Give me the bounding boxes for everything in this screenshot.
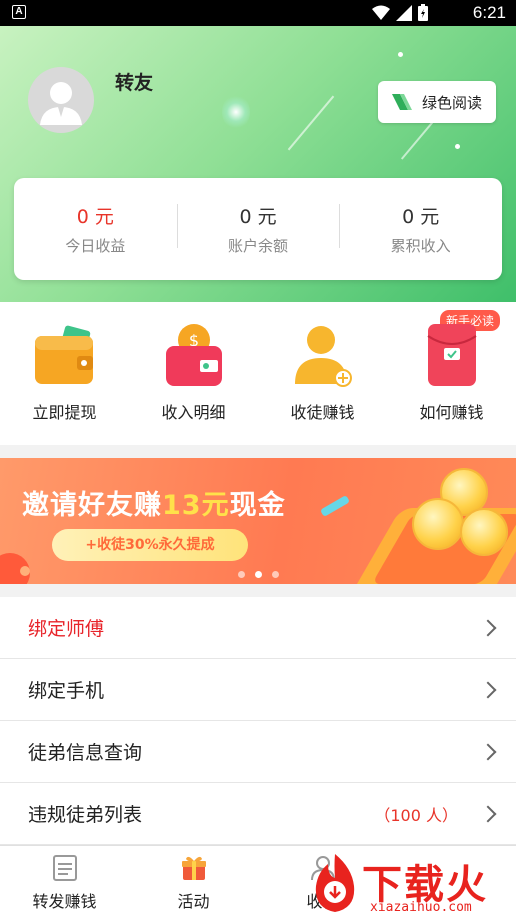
red-envelope-icon (426, 324, 477, 386)
stat-label: 今日收益 (65, 237, 126, 255)
stat-value: 0 元 (239, 206, 277, 228)
decor-sparkle (455, 144, 460, 149)
gift-icon (181, 856, 206, 880)
menu-apprentice-info[interactable]: 徒弟信息查询 (0, 721, 516, 783)
chevron-right-icon (479, 619, 497, 636)
action-label: 收入明细 (161, 403, 226, 422)
green-read-button[interactable]: 绿色阅读 (378, 81, 496, 123)
menu-label: 违规徒弟列表 (28, 804, 143, 826)
decor-streak (287, 95, 335, 151)
stat-label: 账户余额 (228, 237, 289, 255)
menu-label: 徒弟信息查询 (28, 742, 143, 764)
menu-bind-master[interactable]: 绑定师傅 (0, 597, 516, 659)
username: 转友 (115, 72, 154, 94)
status-bar: A 6:21 (0, 0, 516, 26)
tab-label: 转发赚钱 (32, 892, 97, 911)
money-bag-icon: $ (165, 324, 222, 386)
menu-label: 绑定手机 (28, 680, 105, 702)
action-label: 立即提现 (32, 403, 97, 422)
decor-stripe (320, 495, 350, 517)
flame-logo-icon (315, 854, 355, 912)
action-withdraw[interactable]: 立即提现 (0, 302, 129, 445)
invite-banner[interactable]: 邀请好友赚13元现金 +收徒30%永久提成 (0, 458, 516, 584)
battery-icon (418, 4, 428, 21)
stat-account-balance[interactable]: 0 元 账户余额 (176, 178, 340, 280)
action-recruit[interactable]: 收徒赚钱 (258, 302, 387, 445)
violation-count: （100 人） (374, 805, 458, 825)
chevron-right-icon (479, 805, 497, 822)
decor-sparkle (398, 52, 403, 57)
earnings-summary-card: 0 元 今日收益 0 元 账户余额 0 元 累积收入 (14, 178, 502, 280)
banner-title-suffix: 现金 (229, 490, 286, 521)
banner-title: 邀请好友赚13元现金 (22, 483, 286, 522)
avatar[interactable] (28, 67, 94, 133)
banner-title-highlight: 13元 (162, 490, 230, 521)
stat-value: 0 元 (402, 206, 440, 228)
book-icon (392, 94, 412, 110)
chevron-right-icon (479, 681, 497, 698)
tab-label: 活动 (177, 892, 210, 911)
decor-glow (222, 94, 250, 130)
notification-icon: A (12, 5, 26, 19)
carousel-dot[interactable] (271, 571, 279, 578)
quick-actions: 立即提现 $ 收入明细 收徒赚钱 新手必读 如何赚钱 (0, 302, 516, 445)
tab-share-earn[interactable]: 转发赚钱 (0, 846, 129, 918)
watermark-domain: xiazaihuo.com (370, 900, 472, 915)
carousel-dot[interactable] (237, 571, 245, 578)
status-icons (372, 4, 428, 21)
watermark: 下载火 xiazaihuo.com (300, 846, 516, 918)
stat-today-earnings[interactable]: 0 元 今日收益 (14, 178, 177, 280)
default-avatar-icon (40, 82, 82, 125)
action-how-to-earn[interactable]: 新手必读 如何赚钱 (387, 302, 516, 445)
green-read-label: 绿色阅读 (422, 93, 483, 112)
add-user-icon (294, 326, 352, 387)
banner-pill: +收徒30%永久提成 (52, 529, 248, 561)
settings-menu: 绑定师傅 绑定手机 徒弟信息查询 违规徒弟列表 （100 人） (0, 597, 516, 845)
coin-icon (460, 508, 508, 556)
action-label: 收徒赚钱 (290, 403, 355, 422)
carousel-dot-active[interactable] (254, 571, 262, 578)
menu-label: 绑定师傅 (28, 618, 105, 640)
menu-violation-list[interactable]: 违规徒弟列表 （100 人） (0, 783, 516, 845)
banner-title-prefix: 邀请好友赚 (22, 490, 162, 521)
action-label: 如何赚钱 (419, 403, 484, 422)
news-icon (52, 855, 77, 881)
wallet-icon (34, 325, 93, 384)
stat-value: 0 元 (76, 206, 114, 228)
coin-icon (412, 498, 464, 550)
clock: 6:21 (472, 3, 506, 22)
chevron-right-icon (479, 743, 497, 760)
menu-bind-phone[interactable]: 绑定手机 (0, 659, 516, 721)
wifi-icon (372, 5, 390, 20)
carousel-dots (0, 571, 516, 578)
action-income-details[interactable]: $ 收入明细 (129, 302, 258, 445)
stat-label: 累积收入 (390, 237, 451, 255)
signal-icon (396, 4, 412, 21)
tab-activity[interactable]: 活动 (129, 846, 258, 918)
stat-total-income[interactable]: 0 元 累积收入 (339, 178, 502, 280)
